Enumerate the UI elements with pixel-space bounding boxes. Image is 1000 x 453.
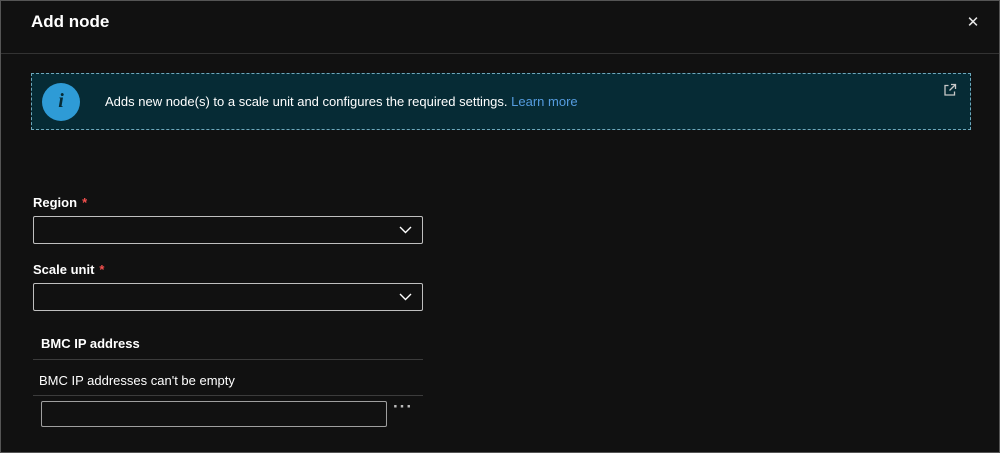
bmc-ip-input[interactable] bbox=[41, 401, 387, 427]
popout-icon[interactable] bbox=[942, 82, 958, 98]
learn-more-link[interactable]: Learn more bbox=[511, 94, 577, 109]
required-asterisk: * bbox=[99, 262, 104, 277]
region-label: Region* bbox=[33, 195, 87, 210]
bmc-error-divider bbox=[33, 395, 423, 396]
page-title: Add node bbox=[31, 12, 109, 32]
chevron-down-icon bbox=[399, 226, 412, 234]
bmc-section-title: BMC IP address bbox=[41, 336, 140, 351]
info-banner-message: Adds new node(s) to a scale unit and con… bbox=[105, 94, 508, 109]
header-divider bbox=[1, 53, 999, 54]
info-banner-text: Adds new node(s) to a scale unit and con… bbox=[105, 94, 638, 109]
info-icon: i bbox=[42, 83, 80, 121]
bmc-section-divider bbox=[33, 359, 423, 360]
required-asterisk: * bbox=[82, 195, 87, 210]
info-banner: i Adds new node(s) to a scale unit and c… bbox=[31, 73, 971, 130]
scale-unit-dropdown[interactable] bbox=[33, 283, 423, 311]
ellipsis-menu-button[interactable]: ··· bbox=[393, 397, 413, 417]
scale-unit-label: Scale unit* bbox=[33, 262, 104, 277]
bmc-error-message: BMC IP addresses can't be empty bbox=[39, 373, 235, 388]
chevron-down-icon bbox=[399, 293, 412, 301]
region-dropdown[interactable] bbox=[33, 216, 423, 244]
close-icon[interactable]: ✕ bbox=[963, 12, 983, 32]
add-node-dialog: Add node ✕ i Adds new node(s) to a scale… bbox=[0, 0, 1000, 453]
